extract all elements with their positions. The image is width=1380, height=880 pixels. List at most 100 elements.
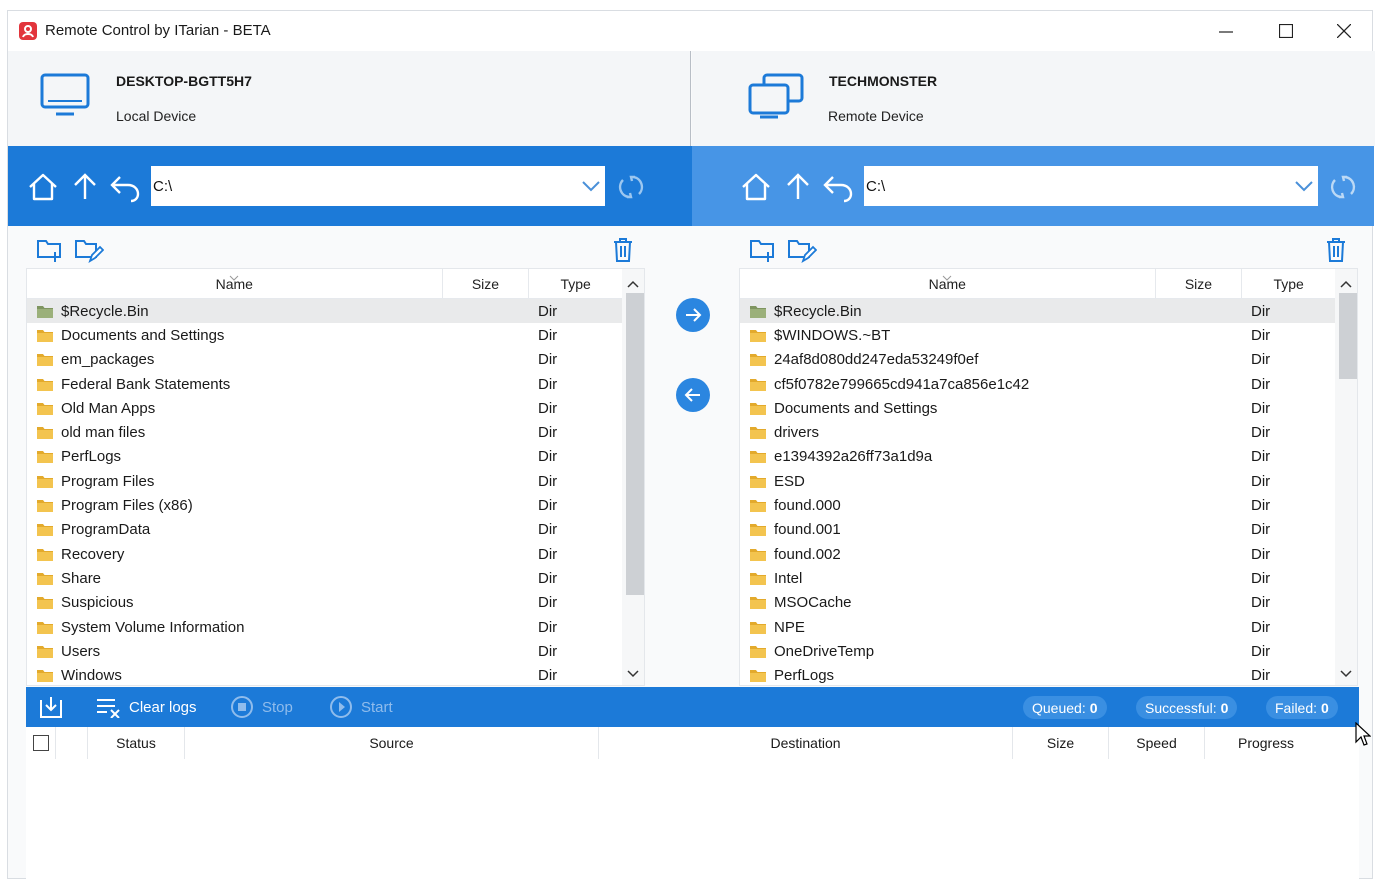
local-path-dropdown[interactable]: C:\ xyxy=(151,166,605,206)
remote-file-list[interactable]: Name Size Type $Recycle.Bin Dir $WINDOWS.~… xyxy=(739,268,1358,686)
file-row[interactable]: em_packages Dir xyxy=(27,348,622,372)
file-row[interactable]: drivers Dir xyxy=(740,420,1335,444)
local-scrollbar[interactable] xyxy=(622,269,644,685)
file-row[interactable]: Federal Bank Statements Dir xyxy=(27,372,622,396)
back-icon[interactable] xyxy=(108,170,142,204)
size-column-header[interactable]: Size xyxy=(443,269,530,298)
remote-list-toolbar xyxy=(739,235,1369,267)
file-name: em_packages xyxy=(61,351,155,369)
progress-column-header[interactable]: Progress xyxy=(1205,727,1327,759)
name-column-header[interactable]: Name xyxy=(27,269,443,298)
file-row[interactable]: $Recycle.Bin Dir xyxy=(27,299,622,324)
refresh-icon[interactable] xyxy=(1326,170,1360,204)
type-column-header[interactable]: Type xyxy=(529,269,622,298)
file-row[interactable]: Windows Dir xyxy=(27,663,622,685)
local-file-list[interactable]: Name Size Type $Recycle.Bin Dir Documents … xyxy=(26,268,645,686)
file-row[interactable]: Intel Dir xyxy=(740,566,1335,590)
folder-icon xyxy=(740,522,770,537)
new-folder-icon[interactable] xyxy=(36,237,64,268)
start-button[interactable]: Start xyxy=(329,687,393,727)
file-row[interactable]: PerfLogs Dir xyxy=(27,445,622,469)
file-row[interactable]: MSOCache Dir xyxy=(740,591,1335,615)
destination-column-header[interactable]: Destination xyxy=(599,727,1013,759)
file-row[interactable]: Share Dir xyxy=(27,566,622,590)
up-arrow-icon[interactable] xyxy=(781,170,815,204)
file-row[interactable]: old man files Dir xyxy=(27,420,622,444)
file-row[interactable]: cf5f0782e799665cd941a7ca856e1c42 Dir xyxy=(740,372,1335,396)
file-row[interactable]: OneDriveTemp Dir xyxy=(740,639,1335,663)
file-row[interactable]: ProgramData Dir xyxy=(27,518,622,542)
scroll-down-icon[interactable] xyxy=(1340,665,1352,683)
file-row[interactable]: found.000 Dir xyxy=(740,493,1335,517)
scroll-up-icon[interactable] xyxy=(1340,275,1352,293)
download-to-local-button[interactable] xyxy=(676,378,710,412)
type-column-header[interactable]: Type xyxy=(1242,269,1335,298)
scrollbar-thumb[interactable] xyxy=(1339,293,1357,379)
back-icon[interactable] xyxy=(821,170,855,204)
upload-to-remote-button[interactable] xyxy=(676,298,710,332)
folder-icon xyxy=(27,547,57,562)
file-row[interactable]: found.002 Dir xyxy=(740,542,1335,566)
delete-icon[interactable] xyxy=(1325,237,1347,268)
file-row[interactable]: Program Files (x86) Dir xyxy=(27,493,622,517)
home-icon[interactable] xyxy=(739,170,773,204)
maximize-button[interactable] xyxy=(1256,11,1316,51)
folder-icon xyxy=(27,328,57,343)
file-row[interactable]: Program Files Dir xyxy=(27,469,622,493)
download-tray-icon[interactable] xyxy=(38,687,64,727)
folder-icon xyxy=(740,328,770,343)
clear-logs-button[interactable]: Clear logs xyxy=(95,687,197,727)
file-row[interactable]: e1394392a26ff73a1d9a Dir xyxy=(740,445,1335,469)
file-row[interactable]: found.001 Dir xyxy=(740,518,1335,542)
delete-icon[interactable] xyxy=(612,237,634,268)
stop-button[interactable]: Stop xyxy=(230,687,293,727)
file-name: $Recycle.Bin xyxy=(774,302,862,320)
scroll-down-icon[interactable] xyxy=(627,665,639,683)
size-column-header[interactable]: Size xyxy=(1156,269,1243,298)
transfer-log-bar: Clear logs Stop Start Queued: 0 Successfu… xyxy=(26,687,1359,727)
up-arrow-icon[interactable] xyxy=(68,170,102,204)
source-column-header[interactable]: Source xyxy=(185,727,599,759)
file-row[interactable]: $WINDOWS.~BT Dir xyxy=(740,323,1335,347)
file-row[interactable]: ESD Dir xyxy=(740,469,1335,493)
file-row[interactable]: Recovery Dir xyxy=(27,542,622,566)
file-row[interactable]: Old Man Apps Dir xyxy=(27,396,622,420)
file-row[interactable]: $Recycle.Bin Dir xyxy=(740,299,1335,324)
scroll-up-icon[interactable] xyxy=(627,275,639,293)
file-row[interactable]: Suspicious Dir xyxy=(27,591,622,615)
file-type: Dir xyxy=(1251,569,1271,587)
file-name: $WINDOWS.~BT xyxy=(774,326,891,344)
file-name: drivers xyxy=(774,424,820,442)
file-name: Documents and Settings xyxy=(61,326,225,344)
minimize-button[interactable] xyxy=(1196,11,1256,51)
remote-path-dropdown[interactable]: C:\ xyxy=(864,166,1318,206)
home-icon[interactable] xyxy=(26,170,60,204)
select-all-checkbox[interactable] xyxy=(32,735,49,751)
file-row[interactable]: PerfLogs Dir xyxy=(740,663,1335,685)
local-device-label: Local Device xyxy=(116,108,197,124)
rename-folder-icon[interactable] xyxy=(74,237,105,268)
file-type: Dir xyxy=(538,351,558,369)
chevron-down-icon[interactable] xyxy=(1294,176,1314,201)
file-type: Dir xyxy=(1251,497,1271,515)
remote-scrollbar[interactable] xyxy=(1335,269,1357,685)
refresh-icon[interactable] xyxy=(614,170,648,204)
file-row[interactable]: NPE Dir xyxy=(740,615,1335,639)
close-button[interactable] xyxy=(1314,11,1374,51)
name-column-header[interactable]: Name xyxy=(740,269,1156,298)
file-row[interactable]: Documents and Settings Dir xyxy=(27,323,622,347)
file-row[interactable]: System Volume Information Dir xyxy=(27,615,622,639)
file-row[interactable]: Users Dir xyxy=(27,639,622,663)
status-column-header[interactable]: Status xyxy=(88,727,185,759)
rename-folder-icon[interactable] xyxy=(787,237,818,268)
local-list-header: Name Size Type xyxy=(27,269,622,299)
file-name: Suspicious xyxy=(61,594,134,612)
scrollbar-thumb[interactable] xyxy=(626,293,644,595)
speed-column-header[interactable]: Speed xyxy=(1109,727,1205,759)
file-type: Dir xyxy=(1251,424,1271,442)
file-row[interactable]: Documents and Settings Dir xyxy=(740,396,1335,420)
new-folder-icon[interactable] xyxy=(749,237,777,268)
size-column-header[interactable]: Size xyxy=(1013,727,1109,759)
chevron-down-icon[interactable] xyxy=(581,176,601,201)
file-row[interactable]: 24af8d080dd247eda53249f0ef Dir xyxy=(740,348,1335,372)
